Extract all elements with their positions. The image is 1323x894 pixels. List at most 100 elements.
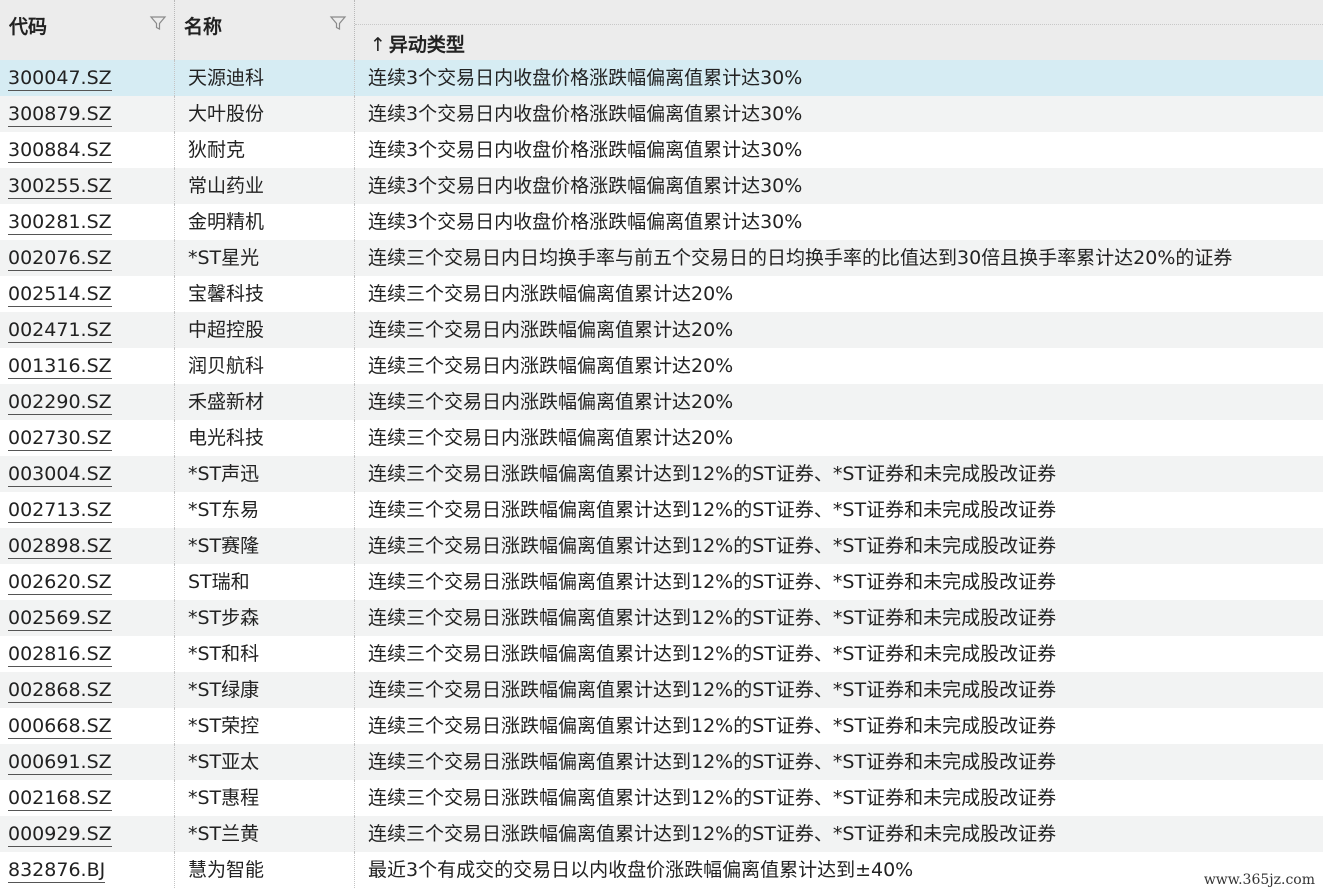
table-row[interactable]: 002868.SZ *ST绿康 连续三个交易日涨跌幅偏离值累计达到12%的ST证券、… <box>0 672 1323 708</box>
cell-code[interactable]: 002471.SZ <box>0 312 175 348</box>
stock-code-link[interactable]: 002168.SZ <box>8 787 112 811</box>
table-row[interactable]: 002713.SZ *ST东易 连续三个交易日涨跌幅偏离值累计达到12%的ST证券、… <box>0 492 1323 528</box>
filter-icon[interactable] <box>149 14 167 32</box>
stock-code-link[interactable]: 300047.SZ <box>8 67 112 91</box>
stock-code-link[interactable]: 002569.SZ <box>8 607 112 631</box>
table-row[interactable]: 300879.SZ 大叶股份 连续3个交易日内收盘价格涨跌幅偏离值累计达30% <box>0 96 1323 132</box>
cell-name: 宝馨科技 <box>175 276 355 312</box>
table-row[interactable]: 002730.SZ 电光科技 连续三个交易日内涨跌幅偏离值累计达20% <box>0 420 1323 456</box>
cell-type: 连续三个交易日内日均换手率与前五个交易日的日均换手率的比值达到30倍且换手率累计… <box>368 247 1233 269</box>
cell-type: 连续三个交易日内涨跌幅偏离值累计达20% <box>368 427 734 449</box>
cell-type: 连续3个交易日内收盘价格涨跌幅偏离值累计达30% <box>368 139 803 161</box>
table-row[interactable]: 000668.SZ *ST荣控 连续三个交易日涨跌幅偏离值累计达到12%的ST证券、… <box>0 708 1323 744</box>
cell-code[interactable]: 002713.SZ <box>0 492 175 528</box>
cell-name: 常山药业 <box>175 168 355 204</box>
table-row[interactable]: 002620.SZ ST瑞和 连续三个交易日涨跌幅偏离值累计达到12%的ST证券、*… <box>0 564 1323 600</box>
table-row[interactable]: 002290.SZ 禾盛新材 连续三个交易日内涨跌幅偏离值累计达20% <box>0 384 1323 420</box>
table-row[interactable]: 000691.SZ *ST亚太 连续三个交易日涨跌幅偏离值累计达到12%的ST证券、… <box>0 744 1323 780</box>
stock-code-link[interactable]: 000691.SZ <box>8 751 112 775</box>
cell-name: 电光科技 <box>175 420 355 456</box>
header-group-band <box>355 0 1323 25</box>
stock-code-link[interactable]: 001316.SZ <box>8 355 112 379</box>
stock-code-link[interactable]: 002514.SZ <box>8 283 112 307</box>
table-row[interactable]: 300884.SZ 狄耐克 连续3个交易日内收盘价格涨跌幅偏离值累计达30% <box>0 132 1323 168</box>
stock-code-link[interactable]: 000929.SZ <box>8 823 112 847</box>
cell-code[interactable]: 002290.SZ <box>0 384 175 420</box>
cell-code[interactable]: 002514.SZ <box>0 276 175 312</box>
cell-code[interactable]: 300047.SZ <box>0 60 175 96</box>
cell-type: 连续三个交易日涨跌幅偏离值累计达到12%的ST证券、*ST证券和未完成股改证券 <box>368 643 1057 665</box>
column-header-name-label: 名称 <box>184 16 223 38</box>
column-header-name[interactable]: 名称 <box>175 0 355 60</box>
cell-name: *ST步森 <box>175 600 355 636</box>
stock-code-link[interactable]: 832876.BJ <box>8 859 106 883</box>
cell-code[interactable]: 832876.BJ <box>0 852 175 888</box>
cell-code[interactable]: 002868.SZ <box>0 672 175 708</box>
cell-name: *ST赛隆 <box>175 528 355 564</box>
stock-code-link[interactable]: 002898.SZ <box>8 535 112 559</box>
cell-code[interactable]: 002730.SZ <box>0 420 175 456</box>
cell-name: *ST惠程 <box>175 780 355 816</box>
table-row[interactable]: 002076.SZ *ST星光 连续三个交易日内日均换手率与前五个交易日的日均换手率… <box>0 240 1323 276</box>
table-row[interactable]: 003004.SZ *ST声迅 连续三个交易日涨跌幅偏离值累计达到12%的ST证券、… <box>0 456 1323 492</box>
cell-code[interactable]: 002620.SZ <box>0 564 175 600</box>
column-header-type-label: ↑ 异动类型 <box>370 30 465 57</box>
stock-code-link[interactable]: 002290.SZ <box>8 391 112 415</box>
cell-code[interactable]: 002076.SZ <box>0 240 175 276</box>
cell-code[interactable]: 000691.SZ <box>0 744 175 780</box>
stock-code-link[interactable]: 300879.SZ <box>8 103 112 127</box>
cell-name: 中超控股 <box>175 312 355 348</box>
cell-type: 连续三个交易日内涨跌幅偏离值累计达20% <box>368 283 734 305</box>
cell-code[interactable]: 001316.SZ <box>0 348 175 384</box>
stock-code-link[interactable]: 003004.SZ <box>8 463 112 487</box>
cell-name: 天源迪科 <box>175 60 355 96</box>
stock-code-link[interactable]: 002620.SZ <box>8 571 112 595</box>
stock-code-link[interactable]: 002868.SZ <box>8 679 112 703</box>
table-row[interactable]: 002514.SZ 宝馨科技 连续三个交易日内涨跌幅偏离值累计达20% <box>0 276 1323 312</box>
stock-code-link[interactable]: 002471.SZ <box>8 319 112 343</box>
stock-code-link[interactable]: 002713.SZ <box>8 499 112 523</box>
table-row[interactable]: 002168.SZ *ST惠程 连续三个交易日涨跌幅偏离值累计达到12%的ST证券、… <box>0 780 1323 816</box>
cell-code[interactable]: 003004.SZ <box>0 456 175 492</box>
cell-type: 连续3个交易日内收盘价格涨跌幅偏离值累计达30% <box>368 103 803 125</box>
cell-name: *ST兰黄 <box>175 816 355 852</box>
stock-code-link[interactable]: 002076.SZ <box>8 247 112 271</box>
table-row[interactable]: 832876.BJ 慧为智能 最近3个有成交的交易日以内收盘价涨跌幅偏离值累计达到±… <box>0 852 1323 888</box>
cell-code[interactable]: 300281.SZ <box>0 204 175 240</box>
cell-code[interactable]: 300884.SZ <box>0 132 175 168</box>
column-header-code[interactable]: 代码 <box>0 0 175 60</box>
stock-code-link[interactable]: 300281.SZ <box>8 211 112 235</box>
table-row[interactable]: 002471.SZ 中超控股 连续三个交易日内涨跌幅偏离值累计达20% <box>0 312 1323 348</box>
cell-code[interactable]: 002569.SZ <box>0 600 175 636</box>
cell-type: 连续三个交易日涨跌幅偏离值累计达到12%的ST证券、*ST证券和未完成股改证券 <box>368 751 1057 773</box>
cell-code[interactable]: 000668.SZ <box>0 708 175 744</box>
cell-code[interactable]: 002898.SZ <box>0 528 175 564</box>
sort-ascending-icon[interactable]: ↑ <box>370 34 386 56</box>
cell-code[interactable]: 002168.SZ <box>0 780 175 816</box>
cell-code[interactable]: 300879.SZ <box>0 96 175 132</box>
table-row[interactable]: 300255.SZ 常山药业 连续3个交易日内收盘价格涨跌幅偏离值累计达30% <box>0 168 1323 204</box>
cell-name: ST瑞和 <box>175 564 355 600</box>
table-row[interactable]: 002898.SZ *ST赛隆 连续三个交易日涨跌幅偏离值累计达到12%的ST证券、… <box>0 528 1323 564</box>
stock-code-link[interactable]: 300255.SZ <box>8 175 112 199</box>
table-row[interactable]: 300281.SZ 金明精机 连续3个交易日内收盘价格涨跌幅偏离值累计达30% <box>0 204 1323 240</box>
cell-type: 连续三个交易日涨跌幅偏离值累计达到12%的ST证券、*ST证券和未完成股改证券 <box>368 535 1057 557</box>
table-row[interactable]: 001316.SZ 润贝航科 连续三个交易日内涨跌幅偏离值累计达20% <box>0 348 1323 384</box>
stock-code-link[interactable]: 002730.SZ <box>8 427 112 451</box>
table-row[interactable]: 300047.SZ 天源迪科 连续3个交易日内收盘价格涨跌幅偏离值累计达30% <box>0 60 1323 96</box>
table-row[interactable]: 002816.SZ *ST和科 连续三个交易日涨跌幅偏离值累计达到12%的ST证券、… <box>0 636 1323 672</box>
stock-code-link[interactable]: 000668.SZ <box>8 715 112 739</box>
cell-type: 连续三个交易日涨跌幅偏离值累计达到12%的ST证券、*ST证券和未完成股改证券 <box>368 679 1057 701</box>
cell-type: 连续三个交易日涨跌幅偏离值累计达到12%的ST证券、*ST证券和未完成股改证券 <box>368 823 1057 845</box>
table-row[interactable]: 000929.SZ *ST兰黄 连续三个交易日涨跌幅偏离值累计达到12%的ST证券、… <box>0 816 1323 852</box>
cell-code[interactable]: 000929.SZ <box>0 816 175 852</box>
table-row[interactable]: 002569.SZ *ST步森 连续三个交易日涨跌幅偏离值累计达到12%的ST证券、… <box>0 600 1323 636</box>
cell-code[interactable]: 300255.SZ <box>0 168 175 204</box>
stock-code-link[interactable]: 002816.SZ <box>8 643 112 667</box>
cell-code[interactable]: 002816.SZ <box>0 636 175 672</box>
cell-type: 连续3个交易日内收盘价格涨跌幅偏离值累计达30% <box>368 211 803 233</box>
filter-icon[interactable] <box>329 14 347 32</box>
column-header-type[interactable]: ↑ 异动类型 <box>355 0 1323 60</box>
stock-code-link[interactable]: 300884.SZ <box>8 139 112 163</box>
cell-name: 禾盛新材 <box>175 384 355 420</box>
